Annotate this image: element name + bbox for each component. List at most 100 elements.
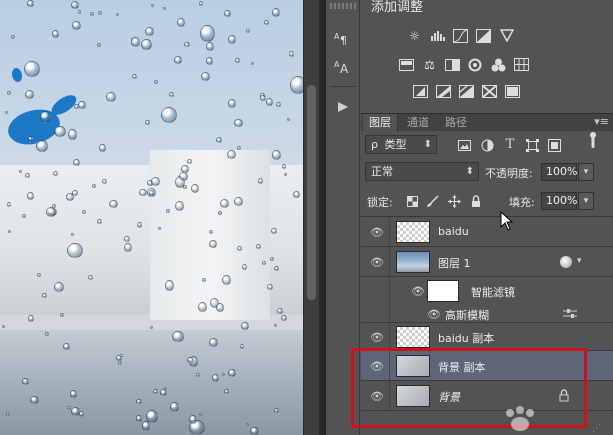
raindrop [264, 20, 269, 25]
raindrop [281, 315, 287, 321]
visibility-eye-icon[interactable]: 👁 [411, 284, 425, 298]
layer-name[interactable]: baidu 副本 [438, 330, 494, 346]
visibility-eye-icon[interactable]: 👁 [370, 330, 384, 344]
svg-text:¶: ¶ [340, 34, 347, 47]
posterize-icon[interactable] [434, 82, 453, 101]
raindrop [164, 387, 167, 390]
filter-smart-object-icon[interactable] [546, 137, 562, 153]
fill-input[interactable]: 100% [541, 192, 577, 210]
raindrop [136, 399, 142, 404]
layer-name[interactable]: baidu [438, 225, 469, 238]
tab-paths[interactable]: 路径 [439, 114, 473, 132]
raindrop [25, 173, 30, 178]
layer-filter-select[interactable]: ρ 类型 ⬍ [365, 135, 437, 154]
lock-position-icon[interactable] [446, 193, 462, 209]
raindrop [11, 35, 15, 39]
lock-all-icon[interactable] [468, 193, 484, 209]
opacity-label: 不透明度: [485, 167, 533, 180]
filter-pixel-icon[interactable] [456, 137, 472, 153]
gradient-map-icon[interactable] [503, 82, 522, 101]
scrollbar-thumb[interactable] [307, 85, 316, 300]
document-canvas[interactable] [0, 0, 303, 435]
raindrop [7, 91, 11, 95]
adjustments-row-2: ⚖ [397, 55, 531, 74]
raindrop [282, 164, 286, 169]
layer-row[interactable]: 👁 baidu 副本 [361, 323, 613, 351]
row-separator [389, 247, 390, 276]
vibrance-icon[interactable] [497, 26, 516, 45]
fill-dropdown-button[interactable]: ▾ [578, 192, 594, 210]
updown-arrow-icon: ⬍ [423, 139, 432, 150]
play-action-icon[interactable] [331, 96, 355, 118]
exposure-icon[interactable] [474, 26, 493, 45]
invert-icon[interactable] [411, 82, 430, 101]
raindrop [290, 76, 303, 94]
raindrop [88, 275, 93, 280]
visibility-eye-icon[interactable]: 👁 [370, 225, 384, 239]
layer-row[interactable]: 👁 高斯模糊 [361, 305, 613, 323]
layer-row[interactable]: 👁 baidu [361, 217, 613, 247]
color-balance-icon[interactable]: ⚖ [420, 55, 439, 74]
curves-icon[interactable] [451, 26, 470, 45]
raindrop [276, 102, 281, 107]
raindrop [191, 184, 199, 193]
raindrop [260, 95, 266, 101]
channel-mixer-icon[interactable] [489, 55, 508, 74]
lock-transparent-icon[interactable] [404, 193, 420, 209]
raindrop [237, 246, 242, 251]
raindrop [224, 10, 231, 17]
visibility-eye-icon[interactable]: 👁 [370, 255, 384, 269]
raindrop [272, 8, 280, 17]
smart-filter-toggle-icon[interactable] [560, 256, 572, 268]
canvas-vertical-scrollbar[interactable] [303, 0, 319, 435]
raindrop [78, 101, 86, 109]
filter-toggle-icon[interactable] [585, 132, 601, 148]
filter-type-icon[interactable]: T [502, 136, 518, 152]
expand-arrow-icon[interactable]: ▾ [577, 256, 582, 266]
raindrop [22, 378, 29, 385]
panel-menu-icon[interactable]: ▾≡ [594, 115, 609, 128]
photo-filter-icon[interactable] [466, 55, 485, 74]
raindrop [242, 264, 247, 270]
raindrop [170, 402, 179, 412]
blend-mode-select[interactable]: 正常 ⬍ [365, 162, 479, 181]
layer-thumbnail [396, 221, 430, 243]
raindrop [234, 119, 243, 127]
paragraph-panel-icon[interactable]: A ¶ [331, 28, 355, 50]
raindrop [177, 18, 185, 27]
layer-name[interactable]: 智能滤镜 [471, 284, 515, 300]
dock-grip[interactable] [330, 3, 356, 9]
lock-brush-icon[interactable] [424, 193, 440, 209]
character-panel-icon[interactable]: AA [331, 56, 355, 78]
raindrop [209, 338, 218, 347]
tab-layers[interactable]: 图层 [363, 114, 398, 132]
visibility-eye-icon[interactable]: 👁 [427, 307, 441, 321]
raindrop [267, 284, 273, 290]
raindrop [277, 308, 283, 314]
raindrop [70, 390, 77, 398]
brightness-icon[interactable]: ☼ [405, 26, 424, 45]
layer-row[interactable]: 👁 图层 1 ▾ [361, 247, 613, 277]
filter-shape-icon[interactable] [524, 137, 540, 153]
filter-options-icon[interactable] [563, 308, 577, 322]
layer-name[interactable]: 高斯模糊 [445, 307, 489, 323]
raindrop [216, 137, 222, 143]
resize-grip-icon[interactable]: ⋰ [592, 424, 601, 434]
levels-icon[interactable] [428, 26, 447, 45]
black-white-icon[interactable] [443, 55, 462, 74]
opacity-dropdown-button[interactable]: ▾ [578, 163, 594, 181]
hue-saturation-icon[interactable] [397, 55, 416, 74]
color-lookup-icon[interactable] [512, 55, 531, 74]
raindrop [46, 207, 56, 217]
selective-color-icon[interactable] [480, 82, 499, 101]
filter-adjustment-icon[interactable] [479, 137, 495, 153]
raindrop [228, 369, 236, 377]
opacity-input[interactable]: 100% [541, 163, 577, 181]
layer-name[interactable]: 图层 1 [438, 255, 471, 271]
threshold-icon[interactable] [457, 82, 476, 101]
tab-channels[interactable]: 通道 [401, 114, 435, 132]
row-separator [389, 305, 390, 322]
raindrop [234, 197, 243, 206]
raindrop [196, 373, 200, 377]
layer-row[interactable]: 👁 智能滤镜 [361, 277, 613, 305]
